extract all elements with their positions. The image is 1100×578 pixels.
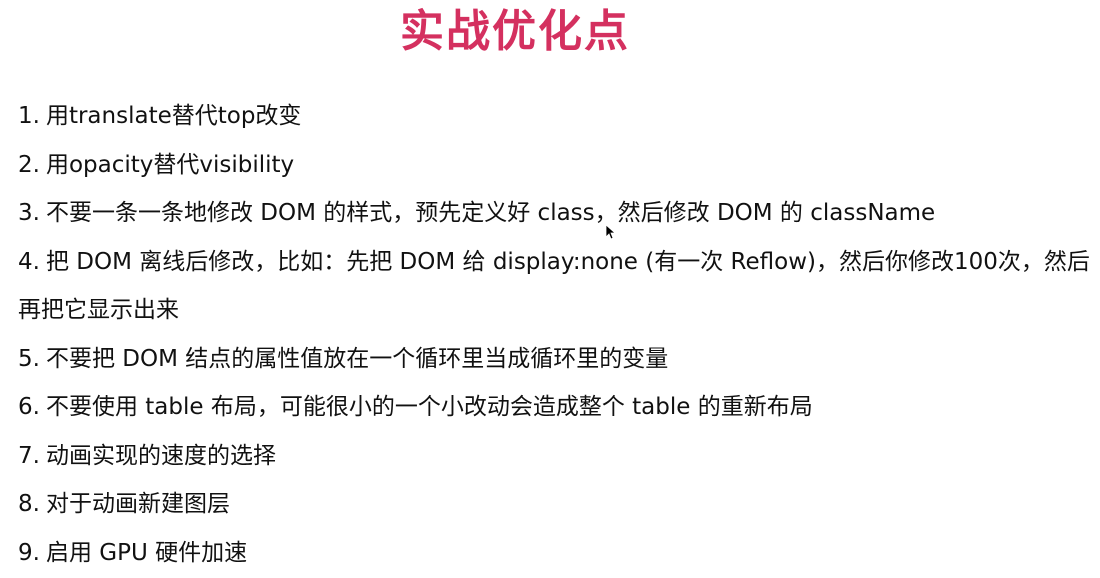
item-text: 动画实现的速度的选择 [45,442,276,469]
item-text: 不要一条一条地修改 DOM 的样式，预先定义好 class，然后修改 DOM 的… [45,200,936,226]
item-number: 9. [18,539,40,566]
optimization-list: 1. 用translate替代top改变 2. 用opacity替代visibili… [18,92,1093,577]
item-text: 启用 GPU 硬件加速 [45,539,248,566]
slide: 实战优化点 1. 用translate替代top改变 2. 用opacity替代vi… [0,0,1100,578]
item-text: 不要使用 table 布局，可能很小的一个小改动会造成整个 table 的重新布… [45,394,813,420]
list-item: 5. 不要把 DOM 结点的属性值放在一个循环里当成循环里的变量 [18,335,1093,384]
item-text: 用opacity替代visibility [45,151,295,178]
item-text: 把 DOM 离线后修改，比如：先把 DOM 给 display:none (有一… [18,248,1090,324]
list-item: 2. 用opacity替代visibility [18,141,1093,190]
list-item: 8. 对于动画新建图层 [18,480,1093,529]
item-number: 3. [18,200,40,226]
list-item: 9. 启用 GPU 硬件加速 [18,529,1093,578]
item-number: 7. [18,442,40,469]
item-number: 8. [18,491,40,517]
slide-title: 实战优化点 [400,6,630,57]
list-item: 3. 不要一条一条地修改 DOM 的样式，预先定义好 class，然后修改 DOM… [18,189,1093,238]
item-text: 不要把 DOM 结点的属性值放在一个循环里当成循环里的变量 [45,345,669,372]
item-number: 4. [18,248,40,275]
item-text: 用translate替代top改变 [45,103,302,129]
item-number: 6. [18,394,40,420]
list-item: 4. 把 DOM 离线后修改，比如：先把 DOM 给 display:none (… [18,238,1093,335]
list-item: 7. 动画实现的速度的选择 [18,432,1093,481]
item-number: 1. [18,103,40,129]
list-item: 1. 用translate替代top改变 [18,92,1093,141]
item-number: 2. [18,151,40,178]
item-text: 对于动画新建图层 [45,491,230,517]
list-item: 6. 不要使用 table 布局，可能很小的一个小改动会造成整个 table 的重… [18,383,1093,432]
item-number: 5. [18,345,40,372]
